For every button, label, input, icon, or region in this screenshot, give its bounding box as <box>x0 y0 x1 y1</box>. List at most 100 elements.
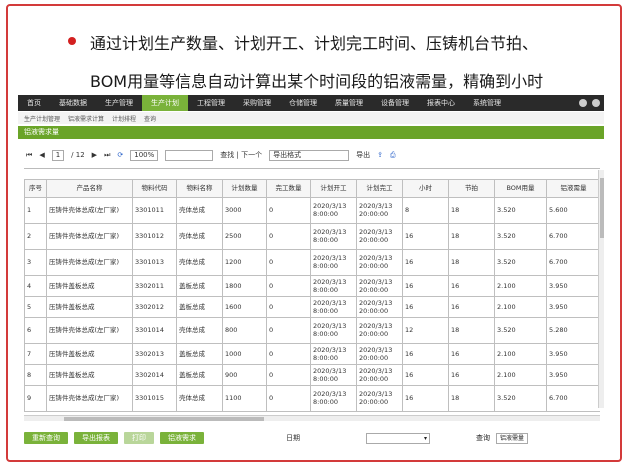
table-cell: 3.950 <box>545 363 600 386</box>
export-report-button[interactable]: 导出报表 <box>74 432 118 444</box>
query-select[interactable]: 铝液需量 <box>496 432 529 444</box>
format-select[interactable]: 导出格式 <box>269 149 350 161</box>
nav-tab[interactable]: 基础数据 <box>50 95 96 111</box>
table-row[interactable]: 6 压铸件壳体总成(左厂家) 3301014 壳体总成 800 0 2020/3/13 8:… <box>24 316 600 344</box>
nav-tab[interactable]: 生产管理 <box>96 95 142 111</box>
table-cell: 0 <box>266 295 311 318</box>
column-header[interactable]: 物料名称 <box>176 178 223 198</box>
print-button[interactable]: 打印 <box>124 432 154 444</box>
column-header[interactable]: 序号 <box>24 178 47 198</box>
requery-button[interactable]: 重新查询 <box>24 432 68 444</box>
table-cell: 18 <box>448 384 495 412</box>
table-cell: 压铸件盖板总成 <box>46 363 133 386</box>
table-cell: 3302013 <box>132 342 177 365</box>
headline: 通过计划生产数量、计划开工、计划完工时间、压铸机台节拍、 BOM用量等信息自动计… <box>8 6 620 98</box>
column-header[interactable]: BOM用量 <box>494 178 547 198</box>
column-header[interactable]: 铝液需量 <box>545 178 600 198</box>
table-cell: 2500 <box>222 222 267 250</box>
print-icon[interactable]: ⎙ <box>390 151 396 160</box>
scroll-thumb[interactable] <box>64 417 264 421</box>
table-cell: 2020/3/13 8:00:00 <box>310 384 357 412</box>
find-input[interactable] <box>165 149 214 161</box>
table-cell: 6.700 <box>545 384 600 412</box>
refresh-icon[interactable]: ⟳ <box>117 151 123 159</box>
table-cell: 0 <box>266 222 311 250</box>
table-cell: 压铸件盖板总成 <box>46 342 133 365</box>
nav-tab[interactable]: 仓储管理 <box>280 95 326 111</box>
table-row[interactable]: 4 压铸件盖板总成 3302011 盖板总成 1800 0 2020/3/13 8:00:0… <box>24 274 600 297</box>
table-cell: 4 <box>24 274 47 297</box>
next-page-icon[interactable]: ▶ <box>92 151 97 159</box>
table-row[interactable]: 5 压铸件盖板总成 3302012 盖板总成 1600 0 2020/3/13 8:00:0… <box>24 295 600 318</box>
nav-tab[interactable]: 设备管理 <box>372 95 418 111</box>
section-title: 铝液需求量 <box>18 126 604 139</box>
table-cell: 2020/3/13 20:00:00 <box>356 363 403 386</box>
export-link[interactable]: 导出 <box>356 150 370 160</box>
table-cell: 5 <box>24 295 47 318</box>
table-row[interactable]: 8 压铸件盖板总成 3302014 盖板总成 900 0 2020/3/13 8:00:00… <box>24 363 600 386</box>
table-cell: 2020/3/13 8:00:00 <box>310 274 357 297</box>
table-cell: 0 <box>266 248 311 276</box>
table-cell: 2020/3/13 20:00:00 <box>356 222 403 250</box>
column-header[interactable]: 节拍 <box>448 178 495 198</box>
column-header[interactable]: 小时 <box>402 178 449 198</box>
demand-button[interactable]: 铝液需求 <box>160 432 204 444</box>
date-select[interactable]: ▾ <box>366 432 430 444</box>
column-header[interactable]: 产品名称 <box>46 178 133 198</box>
column-header[interactable]: 计划开工 <box>310 178 357 198</box>
table-cell: 2020/3/13 20:00:00 <box>356 274 403 297</box>
horizontal-scrollbar[interactable] <box>24 415 600 421</box>
nav-tab[interactable]: 系统管理 <box>464 95 510 111</box>
table-cell: 0 <box>266 363 311 386</box>
last-page-icon[interactable]: ⏭ <box>104 151 110 160</box>
breadcrumb-item[interactable]: 查询 <box>144 114 156 123</box>
export-icon[interactable]: ⇪ <box>377 151 383 159</box>
nav-tab[interactable]: 质量管理 <box>326 95 372 111</box>
table-row[interactable]: 3 压铸件壳体总成(左厂家) 3301013 壳体总成 1200 0 2020/3/13 8… <box>24 248 600 276</box>
vertical-scrollbar[interactable] <box>598 170 604 408</box>
table-cell: 1600 <box>222 295 267 318</box>
column-header[interactable]: 物料代码 <box>132 178 177 198</box>
breadcrumb-item[interactable]: 生产计划管理 <box>24 114 60 123</box>
table-cell: 2020/3/13 8:00:00 <box>310 196 357 224</box>
minimize-icon[interactable] <box>579 99 587 107</box>
find-label[interactable]: 查找 | 下一个 <box>220 150 262 160</box>
table-cell: 盖板总成 <box>176 363 223 386</box>
table-row[interactable]: 2 压铸件壳体总成(左厂家) 3301012 壳体总成 2500 0 2020/3/13 8… <box>24 222 600 250</box>
table-cell: 18 <box>448 248 495 276</box>
table-cell: 2020/3/13 20:00:00 <box>356 295 403 318</box>
table-cell: 2020/3/13 20:00:00 <box>356 248 403 276</box>
table-cell: 18 <box>448 222 495 250</box>
nav-tab[interactable]: 工程管理 <box>188 95 234 111</box>
table-cell: 2020/3/13 8:00:00 <box>310 295 357 318</box>
table-cell: 16 <box>448 363 495 386</box>
table-row[interactable]: 1 压铸件壳体总成(左厂家) 3301011 壳体总成 3000 0 2020/3/13 8… <box>24 196 600 224</box>
table-cell: 8 <box>24 363 47 386</box>
nav-tab-active[interactable]: 生产计划 <box>142 95 188 111</box>
table-row[interactable]: 9 压铸件壳体总成(左厂家) 3301015 壳体总成 1100 0 2020/3/13 8… <box>24 384 600 412</box>
first-page-icon[interactable]: ⏮ <box>26 151 32 160</box>
column-header[interactable]: 计划完工 <box>356 178 403 198</box>
breadcrumb-item[interactable]: 计划排程 <box>112 114 136 123</box>
nav-tab[interactable]: 采购管理 <box>234 95 280 111</box>
scroll-thumb[interactable] <box>600 178 604 238</box>
breadcrumb-item[interactable]: 铝液需求计算 <box>68 114 104 123</box>
table-cell: 2.100 <box>494 295 547 318</box>
table-cell: 16 <box>402 222 449 250</box>
column-header[interactable]: 计划数量 <box>222 178 267 198</box>
column-header[interactable]: 完工数量 <box>266 178 311 198</box>
nav-tab[interactable]: 报表中心 <box>418 95 464 111</box>
prev-page-icon[interactable]: ◀ <box>39 151 44 159</box>
table-row[interactable]: 7 压铸件盖板总成 3302013 盖板总成 1000 0 2020/3/13 8:00:0… <box>24 342 600 365</box>
page-input[interactable]: 1 <box>51 149 65 161</box>
table-cell: 3302014 <box>132 363 177 386</box>
table-cell: 盖板总成 <box>176 342 223 365</box>
table-cell: 压铸件盖板总成 <box>46 274 133 297</box>
table-cell: 16 <box>448 274 495 297</box>
table-cell: 0 <box>266 274 311 297</box>
nav-tab[interactable]: 首页 <box>18 95 50 111</box>
zoom-select[interactable]: 100% <box>130 149 159 161</box>
close-icon[interactable] <box>592 99 600 107</box>
table-cell: 2020/3/13 8:00:00 <box>310 222 357 250</box>
table-cell: 3.950 <box>545 295 600 318</box>
